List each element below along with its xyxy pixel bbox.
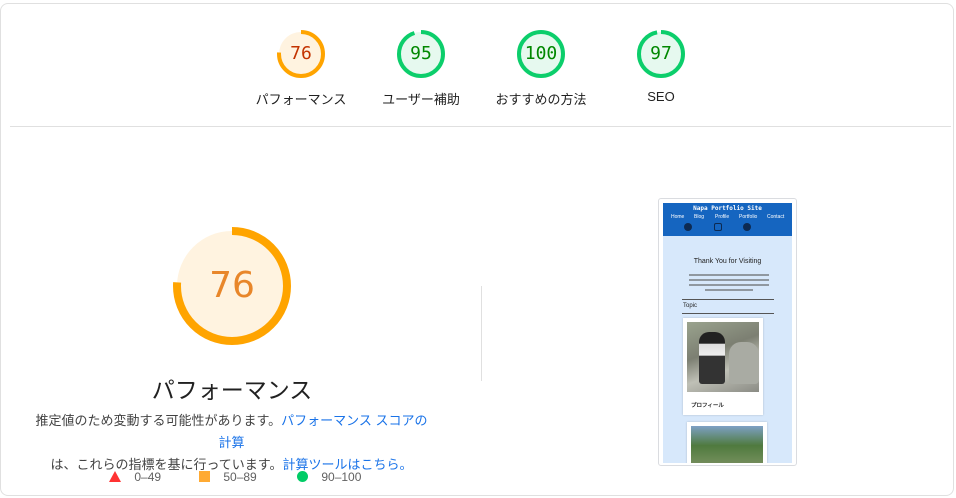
category-gauges: 76 パフォーマンス 95 ユーザー補助 100 おすすめの方法 97 SEO xyxy=(1,28,956,118)
gauge-score: 95 xyxy=(410,43,432,64)
legend-range: 50–89 xyxy=(223,470,257,484)
legend-average: 50–89 xyxy=(199,470,257,484)
square-icon xyxy=(199,471,210,482)
site-nav-item: Blog xyxy=(694,214,705,220)
section-divider xyxy=(10,126,951,127)
circle-icon xyxy=(297,471,308,482)
description-text: 推定値のため変動する可能性があります。 xyxy=(35,413,282,428)
performance-description: 推定値のため変動する可能性があります。パフォーマンス スコアの計算 は、これらの… xyxy=(29,410,434,476)
site-profile-card: プロフィール xyxy=(683,318,763,415)
card-caption: プロフィール xyxy=(691,403,724,409)
legend-fail: 0–49 xyxy=(109,470,161,484)
final-screenshot[interactable]: Napa Portfolio Site Home Blog Profile Po… xyxy=(658,198,797,466)
gauge-score: 100 xyxy=(524,43,558,64)
instagram-icon xyxy=(714,223,722,231)
profile-photo xyxy=(687,322,759,392)
gauge-seo[interactable]: 97 SEO xyxy=(601,28,721,104)
gauge-score: 76 xyxy=(290,43,312,64)
gauge-ring: 100 xyxy=(515,28,567,80)
site-heading: Thank You for Visiting xyxy=(693,258,762,265)
gauge-best-practices[interactable]: 100 おすすめの方法 xyxy=(481,28,601,108)
legend-range: 90–100 xyxy=(321,470,362,484)
gauge-performance[interactable]: 76 パフォーマンス xyxy=(241,28,361,108)
site-rule xyxy=(682,313,774,314)
site-header: Napa Portfolio Site Home Blog Profile Po… xyxy=(663,203,792,236)
site-nav-item: Portfolio xyxy=(739,214,758,220)
performance-title: パフォーマンス xyxy=(151,377,313,403)
legend-range: 0–49 xyxy=(134,470,162,484)
site-rule xyxy=(682,299,774,300)
vertical-divider xyxy=(481,286,482,381)
github-icon xyxy=(743,223,751,231)
twitter-icon xyxy=(684,223,692,231)
gauge-ring: 95 xyxy=(395,28,447,80)
site-intro-text xyxy=(689,274,769,294)
site-section-title: Topic xyxy=(683,303,698,309)
landscape-photo xyxy=(691,426,763,463)
gauge-label: おすすめの方法 xyxy=(495,92,587,107)
site-title: Napa Portfolio Site xyxy=(693,205,762,212)
gauge-ring: 76 xyxy=(275,28,327,80)
gauge-label: ユーザー補助 xyxy=(382,92,460,107)
legend-pass: 90–100 xyxy=(297,470,361,484)
site-nav-item: Home xyxy=(671,214,685,220)
site-social-icons xyxy=(663,223,792,233)
gauge-score: 97 xyxy=(650,43,672,64)
site-photo-card xyxy=(687,422,767,463)
performance-gauge: 76 xyxy=(172,226,292,346)
performance-score: 76 xyxy=(209,265,255,306)
gauge-ring: 97 xyxy=(635,28,687,80)
triangle-icon xyxy=(109,471,121,482)
site-nav-item: Contact xyxy=(767,214,785,220)
gauge-label: パフォーマンス xyxy=(255,92,347,107)
gauge-label: SEO xyxy=(647,89,675,104)
report-card: 76 パフォーマンス 95 ユーザー補助 100 おすすめの方法 97 SEO … xyxy=(0,3,954,496)
gauge-accessibility[interactable]: 95 ユーザー補助 xyxy=(361,28,481,108)
site-nav-item: Profile xyxy=(715,214,730,220)
screenshot-page: Napa Portfolio Site Home Blog Profile Po… xyxy=(663,203,792,463)
